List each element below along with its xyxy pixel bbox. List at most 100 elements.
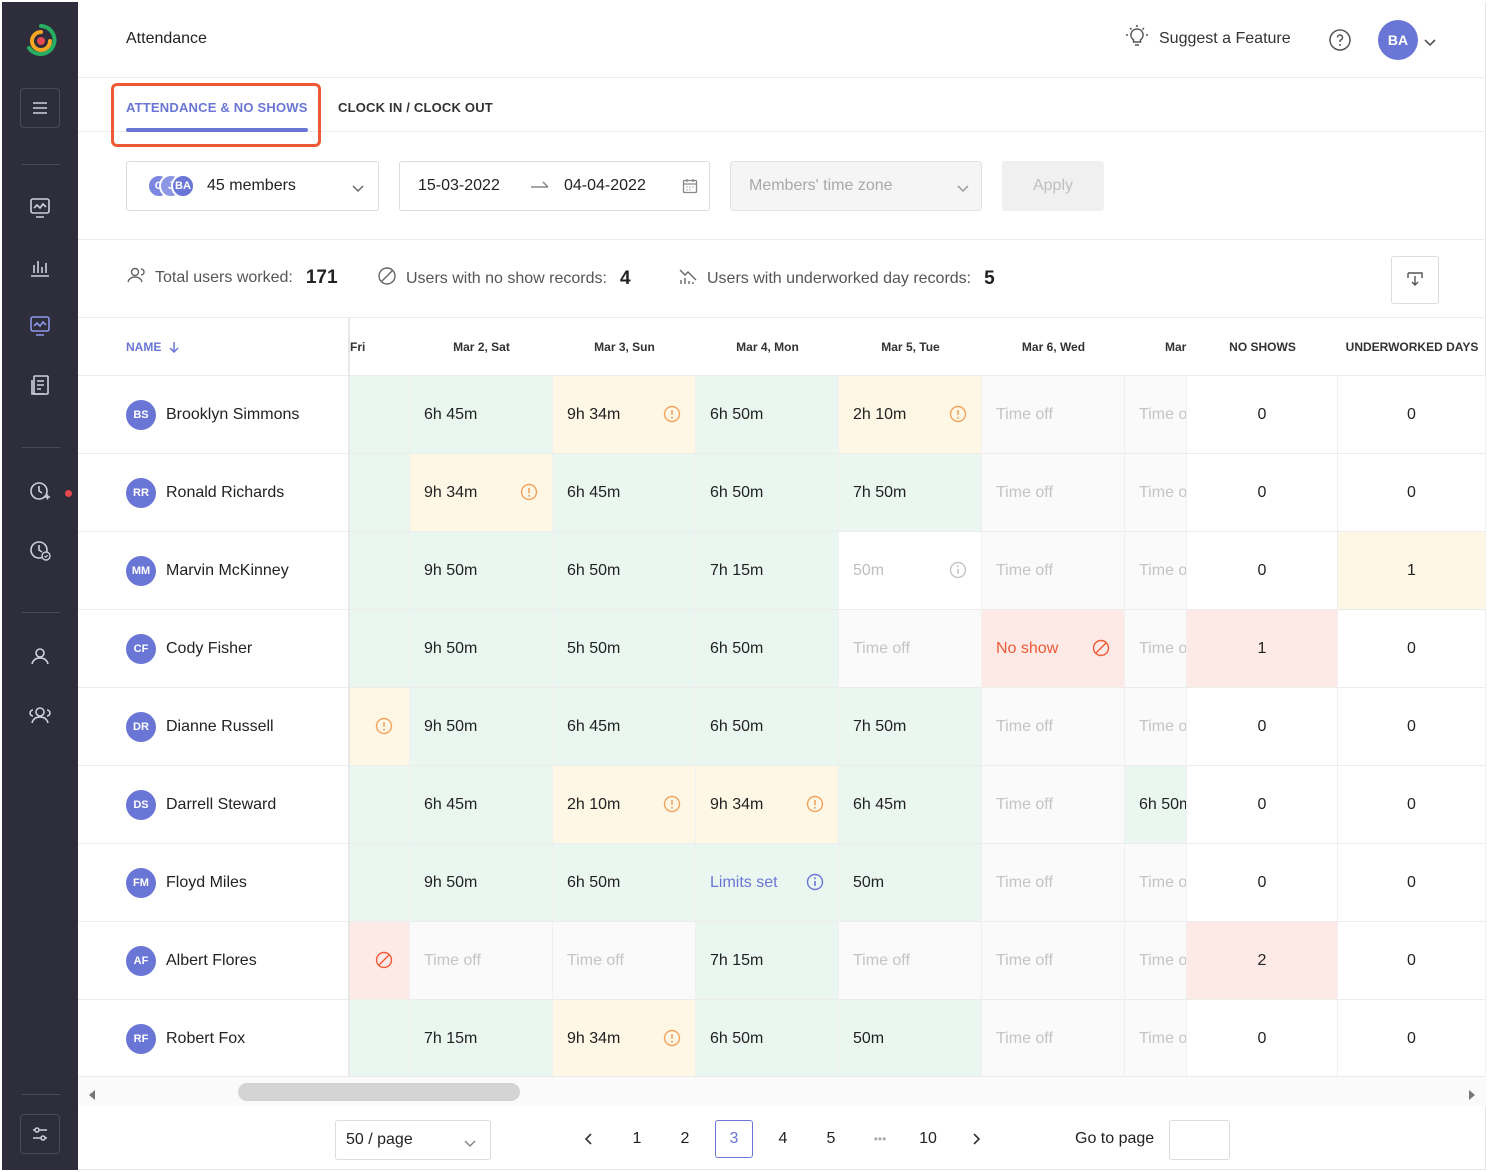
activity-monitor-icon[interactable] (20, 306, 60, 346)
day-cell[interactable]: Time off (982, 922, 1125, 1000)
day-cell[interactable]: 9h 50m (410, 532, 553, 610)
help-icon[interactable] (1328, 28, 1352, 57)
monitor-icon[interactable] (20, 188, 60, 228)
day-cell[interactable]: 6h 45m (839, 766, 982, 844)
day-cell[interactable]: 7h 50m (839, 454, 982, 532)
day-cell[interactable]: Time off (839, 922, 982, 1000)
warning-icon[interactable] (663, 1029, 681, 1052)
table-row-name[interactable]: DS Darrell Steward (78, 766, 350, 844)
bar-chart-icon[interactable] (20, 247, 60, 287)
day-cell[interactable]: 6h 45m (410, 766, 553, 844)
timezone-select[interactable]: Members' time zone (730, 161, 982, 211)
day-cell[interactable]: Time off (1125, 532, 1187, 610)
day-cell[interactable]: 9h 34m (410, 454, 553, 532)
scrollbar-thumb[interactable] (238, 1083, 520, 1101)
day-cell[interactable]: 2h 10m (839, 376, 982, 454)
day-cell[interactable]: Time off (982, 532, 1125, 610)
day-cell[interactable] (350, 844, 410, 922)
page-5[interactable]: 5 (812, 1120, 850, 1158)
date-from[interactable]: 15-03-2022 (418, 177, 500, 195)
day-cell[interactable]: Time off (1125, 688, 1187, 766)
table-row-name[interactable]: AF Albert Flores (78, 922, 350, 1000)
time-approve-icon[interactable] (20, 530, 60, 570)
day-cell[interactable]: 6h 50m (696, 1000, 839, 1076)
day-cell[interactable]: Time off (982, 1000, 1125, 1076)
prev-page-icon[interactable] (569, 1120, 607, 1158)
day-cell[interactable]: Time off (1125, 454, 1187, 532)
tab-clock-in-clock-out[interactable]: CLOCK IN / CLOCK OUT (338, 100, 493, 115)
day-cell[interactable]: No show (982, 610, 1125, 688)
day-cell[interactable]: Time off (410, 922, 553, 1000)
page-1[interactable]: 1 (618, 1120, 656, 1158)
next-page-icon[interactable] (958, 1120, 996, 1158)
menu-icon[interactable] (20, 88, 60, 128)
table-row-name[interactable]: RF Robert Fox (78, 1000, 350, 1076)
warning-icon[interactable] (663, 405, 681, 428)
day-cell[interactable]: 50m (839, 844, 982, 922)
day-cell[interactable]: Time off (982, 688, 1125, 766)
table-row-name[interactable]: BS Brooklyn Simmons (78, 376, 350, 454)
day-cell[interactable]: 9h 34m (553, 376, 696, 454)
info-icon[interactable] (949, 561, 967, 584)
warning-icon[interactable] (806, 795, 824, 818)
day-cell[interactable]: 6h 45m (553, 454, 696, 532)
reports-icon[interactable] (20, 365, 60, 405)
day-cell[interactable]: 50m (839, 1000, 982, 1076)
date-range-picker[interactable]: 15-03-2022 04-04-2022 (399, 161, 710, 211)
day-cell[interactable] (350, 532, 410, 610)
teams-icon[interactable] (20, 695, 60, 735)
day-cell[interactable]: Time off (982, 454, 1125, 532)
day-cell[interactable] (350, 454, 410, 532)
table-row-name[interactable]: MM Marvin McKinney (78, 532, 350, 610)
table-row-name[interactable]: DR Dianne Russell (78, 688, 350, 766)
page-10[interactable]: 10 (909, 1120, 947, 1158)
warning-icon[interactable] (949, 405, 967, 428)
export-button[interactable] (1391, 256, 1439, 304)
go-to-page-input[interactable] (1169, 1120, 1230, 1160)
apply-button[interactable]: Apply (1002, 161, 1104, 211)
day-cell[interactable]: Time off (1125, 844, 1187, 922)
day-cell[interactable]: 50m (839, 532, 982, 610)
day-cell[interactable]: Time off (982, 844, 1125, 922)
members-select[interactable]: G J BA 45 members (126, 161, 379, 211)
day-cell[interactable]: 7h 15m (696, 532, 839, 610)
day-cell[interactable] (350, 922, 410, 1000)
day-cell[interactable]: 6h 45m (410, 376, 553, 454)
day-cell[interactable]: 7h 50m (839, 688, 982, 766)
people-icon[interactable] (20, 636, 60, 676)
day-cell[interactable]: Time off (1125, 376, 1187, 454)
page-2[interactable]: 2 (666, 1120, 704, 1158)
day-cell[interactable] (350, 766, 410, 844)
chevron-down-icon[interactable] (1424, 34, 1436, 52)
day-cell[interactable]: 6h 50m (696, 454, 839, 532)
tab-attendance-no-shows[interactable]: ATTENDANCE & NO SHOWS (126, 100, 308, 115)
settings-sliders-icon[interactable] (20, 1114, 60, 1154)
page-size-select[interactable]: 50 / page (335, 1120, 491, 1160)
day-cell[interactable]: 7h 15m (696, 922, 839, 1000)
day-cell[interactable]: Limits set (696, 844, 839, 922)
day-cell[interactable]: Time off (1125, 1000, 1187, 1076)
page-ellipsis[interactable]: ••• (861, 1120, 899, 1158)
day-cell[interactable] (350, 610, 410, 688)
day-cell[interactable]: Time off (982, 766, 1125, 844)
day-cell[interactable]: 6h 45m (553, 688, 696, 766)
day-cell[interactable]: 9h 50m (410, 844, 553, 922)
day-cell[interactable]: 9h 34m (553, 1000, 696, 1076)
day-cell[interactable] (350, 376, 410, 454)
day-cell[interactable]: 6h 50m (553, 532, 696, 610)
ban-icon[interactable] (375, 951, 393, 974)
ban-icon[interactable] (1092, 639, 1110, 662)
table-row-name[interactable]: FM Floyd Miles (78, 844, 350, 922)
warning-icon[interactable] (520, 483, 538, 506)
day-cell[interactable]: 6h 50m (1125, 766, 1187, 844)
day-cell[interactable]: 9h 50m (410, 688, 553, 766)
day-cell[interactable]: 9h 50m (410, 610, 553, 688)
warning-icon[interactable] (663, 795, 681, 818)
day-cell[interactable]: 2h 10m (553, 766, 696, 844)
day-cell[interactable]: 6h 50m (696, 376, 839, 454)
time-add-icon[interactable] (20, 471, 60, 511)
table-row-name[interactable]: CF Cody Fisher (78, 610, 350, 688)
suggest-feature-button[interactable]: Suggest a Feature (1125, 24, 1291, 53)
scroll-left-arrow-icon[interactable] (88, 1087, 96, 1105)
day-cell[interactable]: Time off (982, 376, 1125, 454)
